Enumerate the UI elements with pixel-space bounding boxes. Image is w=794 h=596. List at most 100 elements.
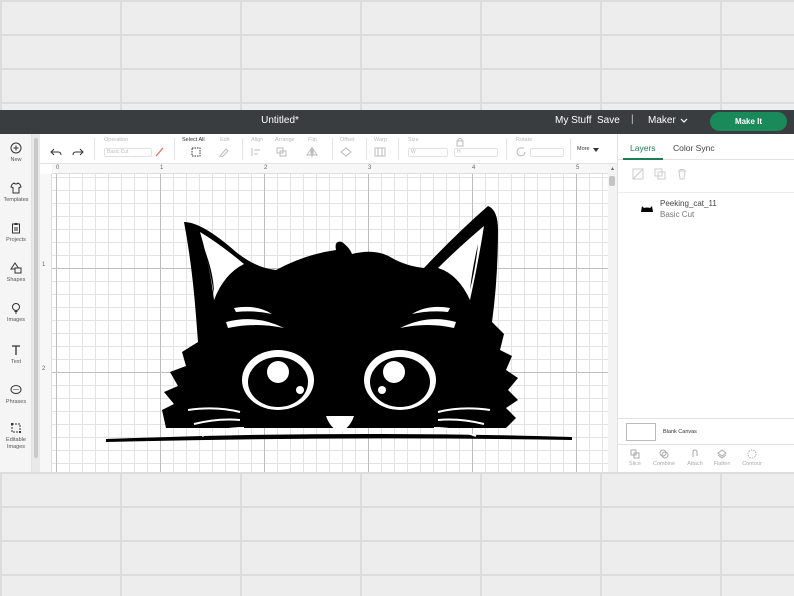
- rotate-label: Rotate: [516, 137, 533, 143]
- nav-label: Phrases: [5, 399, 27, 405]
- layer-item[interactable]: Peeking_cat_11 Basic Cut: [618, 192, 794, 222]
- nav-editable-images[interactable]: Editable Images: [0, 422, 32, 451]
- nav-projects[interactable]: Projects: [0, 222, 32, 244]
- tab-color-sync[interactable]: Color Sync: [673, 143, 715, 153]
- slice-icon: [630, 449, 640, 459]
- undo-icon[interactable]: [50, 147, 62, 157]
- project-title[interactable]: Untitled*: [0, 115, 560, 126]
- peeking-cat-image[interactable]: [106, 204, 576, 452]
- cat-thumbnail-icon: [641, 206, 653, 212]
- align-icon[interactable]: [251, 147, 263, 157]
- nav-images[interactable]: Images: [0, 302, 32, 324]
- contour-icon: [747, 449, 757, 459]
- contour-button[interactable]: Contour: [738, 449, 766, 467]
- toolbar-divider: [506, 138, 507, 160]
- canvas-scrollbar[interactable]: ▴: [608, 164, 617, 472]
- nav-templates[interactable]: Templates: [0, 182, 32, 204]
- sidebar-scrollbar[interactable]: [32, 134, 40, 472]
- left-ruler: 1 2: [40, 174, 52, 472]
- shirt-icon: [10, 182, 22, 194]
- toolbar-divider: [570, 138, 571, 160]
- save-button[interactable]: Save: [597, 115, 620, 126]
- align-control[interactable]: Align: [251, 137, 263, 144]
- tab-layers[interactable]: Layers: [630, 143, 656, 153]
- toolbar-divider: [94, 138, 95, 160]
- flip-label: Flip: [308, 137, 317, 143]
- ruler-tick: 4: [472, 165, 476, 171]
- caret-down-icon[interactable]: [593, 147, 599, 153]
- clipboard-icon: [12, 223, 20, 234]
- edit-pencil-icon[interactable]: [218, 147, 230, 157]
- nav-label: Editable Images: [6, 437, 26, 450]
- rotate-control[interactable]: Rotate: [516, 137, 532, 144]
- warp-label: Warp: [374, 137, 387, 143]
- arrange-label: Arrange: [275, 137, 295, 143]
- arrange-control[interactable]: Arrange: [275, 137, 295, 144]
- scroll-up-icon[interactable]: ▴: [609, 166, 616, 173]
- nav-new[interactable]: New: [0, 142, 32, 164]
- action-label: Flatten: [713, 461, 731, 467]
- design-canvas[interactable]: 0 1 2 3 4 5 1 2: [40, 164, 608, 472]
- lock-icon[interactable]: [454, 137, 466, 147]
- redo-icon[interactable]: [72, 147, 84, 157]
- scrollbar-thumb[interactable]: [34, 138, 38, 458]
- operation-control[interactable]: Operation: [104, 137, 128, 144]
- scrollbar-thumb[interactable]: [609, 176, 615, 186]
- operation-select[interactable]: Basic Cut: [104, 148, 152, 157]
- trash-icon[interactable]: [676, 168, 688, 180]
- make-it-button[interactable]: Make It: [710, 112, 787, 131]
- blank-canvas-row[interactable]: Blank Canvas: [618, 418, 794, 444]
- warp-icon[interactable]: [374, 147, 386, 157]
- combine-button[interactable]: Combine: [650, 449, 678, 467]
- machine-selector[interactable]: Maker: [648, 115, 676, 126]
- slice-button[interactable]: Slice: [621, 449, 649, 467]
- group-icon[interactable]: [632, 168, 644, 180]
- more-menu[interactable]: More: [577, 146, 590, 152]
- ruler-tick: 1: [42, 262, 46, 268]
- select-all-icon[interactable]: [190, 147, 202, 157]
- combine-icon: [659, 449, 669, 459]
- canvas-color-swatch[interactable]: [626, 423, 656, 441]
- flip-control[interactable]: Flip: [308, 137, 317, 144]
- toolbar-divider: [174, 138, 175, 160]
- warp-control[interactable]: Warp: [374, 137, 387, 144]
- edit-control[interactable]: Edit: [220, 137, 229, 144]
- top-ruler: 0 1 2 3 4 5: [52, 164, 608, 174]
- duplicate-icon[interactable]: [654, 168, 666, 180]
- select-all-label: Select All: [182, 137, 205, 143]
- offset-icon[interactable]: [340, 147, 352, 157]
- paperclip-icon: [692, 449, 698, 457]
- nav-label: New: [10, 157, 22, 163]
- nav-label: Images: [6, 317, 26, 323]
- design-space-window: Untitled* My Stuff Save | Maker Make It …: [0, 110, 794, 472]
- speech-icon: [10, 385, 22, 394]
- action-label: Slice: [629, 461, 641, 467]
- ruler-tick: 2: [264, 165, 268, 171]
- ruler-tick: 5: [576, 165, 580, 171]
- nav-label: Templates: [3, 197, 29, 203]
- active-tab-indicator: [623, 158, 663, 160]
- nav-phrases[interactable]: Phrases: [0, 384, 32, 406]
- height-field[interactable]: H: [454, 148, 498, 157]
- rotate-icon[interactable]: [516, 147, 528, 157]
- align-label: Align: [251, 137, 264, 143]
- attach-button[interactable]: Attach: [681, 449, 709, 467]
- brick-background-top: [0, 0, 794, 110]
- nav-text[interactable]: Text: [0, 344, 32, 366]
- arrange-icon[interactable]: [276, 147, 288, 157]
- width-field[interactable]: W: [408, 148, 448, 157]
- my-stuff-link[interactable]: My Stuff: [555, 115, 592, 126]
- flatten-button[interactable]: Flatten: [708, 449, 736, 467]
- action-label: Combine: [652, 461, 675, 467]
- chevron-down-icon[interactable]: [679, 116, 689, 126]
- rotate-field[interactable]: [530, 148, 564, 157]
- nav-shapes[interactable]: Shapes: [0, 262, 32, 284]
- flip-icon[interactable]: [306, 147, 318, 157]
- select-all-control[interactable]: Select All: [182, 137, 205, 144]
- offset-control[interactable]: Offset: [340, 137, 355, 144]
- toolbar-divider: [242, 138, 243, 160]
- ruler-tick: 2: [42, 366, 46, 372]
- flatten-icon: [717, 449, 727, 459]
- pen-icon[interactable]: [154, 147, 166, 157]
- size-control[interactable]: Size: [408, 137, 419, 144]
